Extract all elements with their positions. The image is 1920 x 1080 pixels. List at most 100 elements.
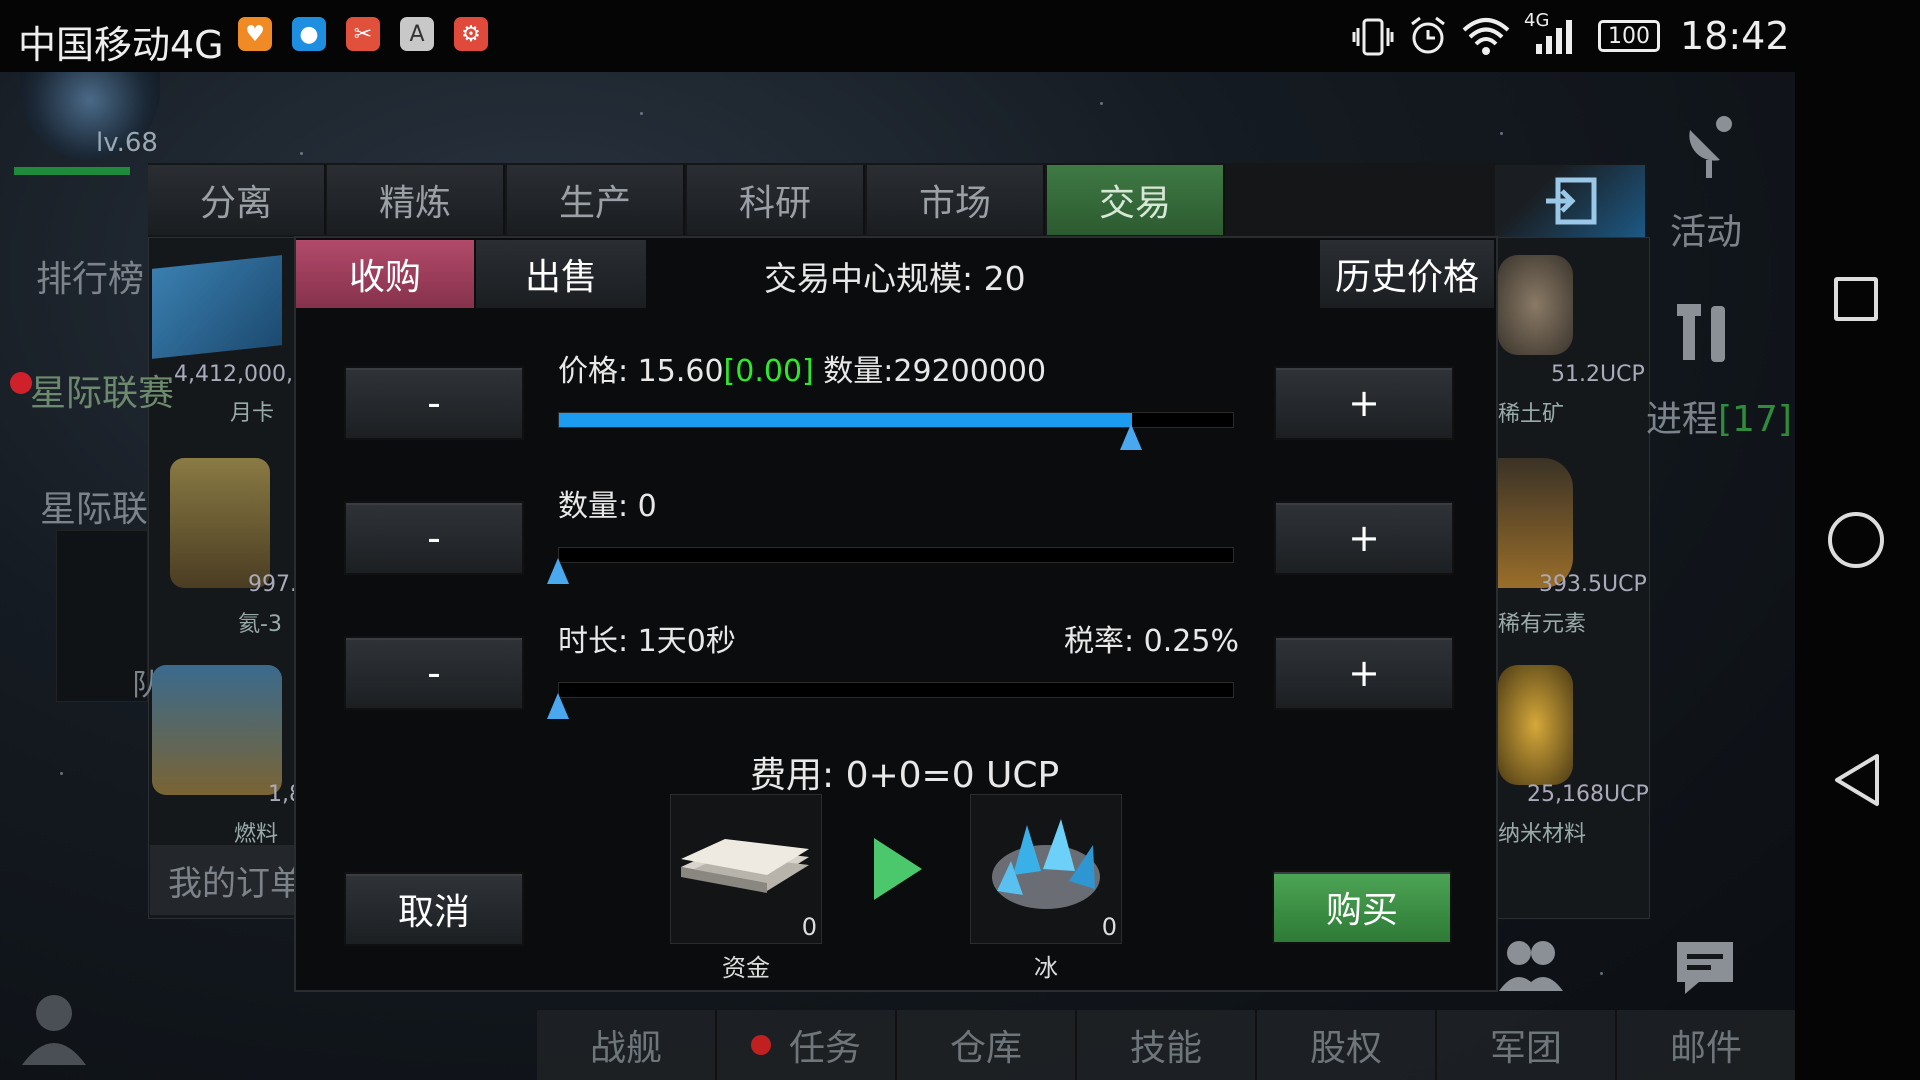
ice-name: 冰	[1034, 954, 1058, 982]
fork-app-icon: ✂	[346, 17, 380, 51]
tab-missions[interactable]: 任务	[717, 1010, 897, 1080]
quantity-slider-handle[interactable]	[547, 558, 569, 584]
price-decrease-button[interactable]: -	[344, 366, 524, 440]
fuel-image[interactable]	[152, 665, 282, 795]
settings-app-icon: ⚙	[454, 17, 488, 51]
progress-count: [17]	[1718, 399, 1792, 440]
exit-button[interactable]	[1495, 165, 1645, 240]
price-slider-handle[interactable]	[1119, 424, 1142, 450]
navigation-bar	[1795, 72, 1920, 1080]
helium3-value: 997.	[248, 572, 297, 597]
home-button-icon[interactable]	[1828, 512, 1884, 568]
progress-button[interactable]: 进程[17]	[1646, 390, 1792, 442]
ice-count: 0	[1101, 913, 1117, 941]
battery-icon: 100	[1598, 20, 1660, 52]
quantity-slider[interactable]	[558, 547, 1234, 563]
battery-level: 100	[1608, 23, 1650, 49]
cancel-button[interactable]: 取消	[344, 872, 524, 946]
my-orders-label: 我的订单	[168, 863, 304, 904]
money-stack-icon	[677, 817, 813, 907]
funds-item: 0	[670, 794, 822, 944]
tab-mail[interactable]: 邮件	[1617, 1010, 1797, 1080]
price-label: 价格: 15.60[0.00] 数量:29200000	[558, 354, 1047, 389]
rare-element-name: 稀有元素	[1498, 612, 1587, 637]
vibrate-icon	[1352, 18, 1394, 60]
tools-icon[interactable]	[1675, 300, 1735, 370]
tab-equity[interactable]: 股权	[1257, 1010, 1437, 1080]
nano-material-image[interactable]	[1498, 665, 1573, 785]
price-increase-button[interactable]: +	[1274, 366, 1454, 440]
helium3-image[interactable]	[170, 458, 270, 588]
rare-earth-value: 51.2UCP	[1551, 362, 1645, 387]
status-bar: 中国移动4G ♥ ● ✂ A ⚙ 4G 100 18:42	[0, 0, 1920, 72]
wifi-icon	[1462, 16, 1510, 60]
league-red-dot	[10, 372, 32, 394]
ranking-button[interactable]: 排行榜	[36, 250, 144, 302]
trade-dialog: 收购 出售 交易中心规模: 20 历史价格 - 价格: 15.60[0.00] …	[294, 236, 1498, 992]
a-app-icon: A	[400, 17, 434, 51]
missions-red-dot	[750, 1035, 771, 1055]
history-price-button[interactable]: 历史价格	[1320, 240, 1494, 308]
helium3-name: 氦-3	[238, 612, 282, 637]
satellite-icon[interactable]	[1680, 110, 1740, 184]
league-button[interactable]: 星际联赛	[30, 364, 174, 416]
chat-icon[interactable]	[1675, 940, 1735, 1000]
clock: 18:42	[1680, 14, 1790, 58]
nano-material-name: 纳米材料	[1498, 822, 1587, 847]
rare-earth-name: 稀土矿	[1498, 402, 1565, 427]
tab-skills[interactable]: 技能	[1077, 1010, 1257, 1080]
quantity-increase-button[interactable]: +	[1274, 501, 1454, 575]
tab-legion[interactable]: 军团	[1437, 1010, 1617, 1080]
monthly-card-name: 月卡	[230, 401, 275, 426]
exit-icon	[1542, 176, 1598, 230]
profile-avatar-icon[interactable]	[14, 985, 94, 1069]
activity-button[interactable]: 活动	[1670, 203, 1742, 255]
tab-warehouse[interactable]: 仓库	[897, 1010, 1077, 1080]
quantity-label: 数量: 0	[558, 489, 657, 524]
price-slider-fill	[559, 413, 1132, 427]
guild-members-icon[interactable]	[1495, 935, 1565, 999]
price-delta: [0.00]	[723, 354, 814, 389]
carrier-name: 中国移动4G	[18, 23, 224, 67]
buy-button[interactable]: 购买	[1272, 870, 1452, 944]
rare-element-image[interactable]	[1498, 458, 1573, 588]
rare-earth-image[interactable]	[1498, 255, 1573, 355]
trade-center-scale: 交易中心规模: 20	[764, 259, 1026, 298]
ice-item: 0	[970, 794, 1122, 944]
progress-label: 进程	[1646, 399, 1719, 440]
my-orders-button[interactable]: 我的订单	[150, 845, 318, 915]
tab-trade[interactable]: 交易	[1047, 165, 1225, 235]
duration-label: 时长: 1天0秒	[558, 624, 736, 659]
player-level: lv.68	[96, 128, 158, 158]
monthly-card-value: 4,412,000,0	[174, 362, 307, 387]
nano-material-value: 25,168UCP	[1527, 782, 1649, 807]
tab-warships[interactable]: 战舰	[537, 1010, 717, 1080]
cost-label: 费用: 0+0=0 UCP	[750, 755, 1060, 796]
convert-arrow-icon	[870, 836, 926, 906]
rare-element-value: 393.5UCP	[1539, 572, 1647, 597]
tab-produce[interactable]: 生产	[507, 165, 685, 235]
tab-refine[interactable]: 精炼	[327, 165, 505, 235]
heart-app-icon: ♥	[238, 17, 272, 51]
funds-name: 资金	[722, 954, 770, 982]
duration-slider[interactable]	[558, 682, 1234, 698]
quantity-decrease-button[interactable]: -	[344, 501, 524, 575]
league-label: 星际联	[40, 489, 149, 530]
alarm-icon	[1408, 16, 1448, 60]
signal-icon	[1532, 16, 1576, 60]
duration-increase-button[interactable]: +	[1274, 636, 1454, 710]
tax-rate-label: 税率: 0.25%	[1064, 624, 1239, 659]
back-button-icon[interactable]	[1831, 752, 1881, 812]
tab-sell[interactable]: 出售	[476, 240, 646, 308]
recents-button-icon[interactable]	[1834, 277, 1878, 321]
duration-slider-handle[interactable]	[547, 693, 569, 719]
monthly-card-image[interactable]	[152, 255, 282, 359]
message-app-icon: ●	[292, 17, 326, 51]
duration-decrease-button[interactable]: -	[344, 636, 524, 710]
ice-crystal-icon	[983, 805, 1109, 927]
tab-research[interactable]: 科研	[687, 165, 865, 235]
tab-buy[interactable]: 收购	[296, 240, 474, 308]
tab-separate[interactable]: 分离	[148, 165, 326, 235]
fuel-name: 燃料	[234, 822, 279, 847]
tab-market[interactable]: 市场	[867, 165, 1045, 235]
